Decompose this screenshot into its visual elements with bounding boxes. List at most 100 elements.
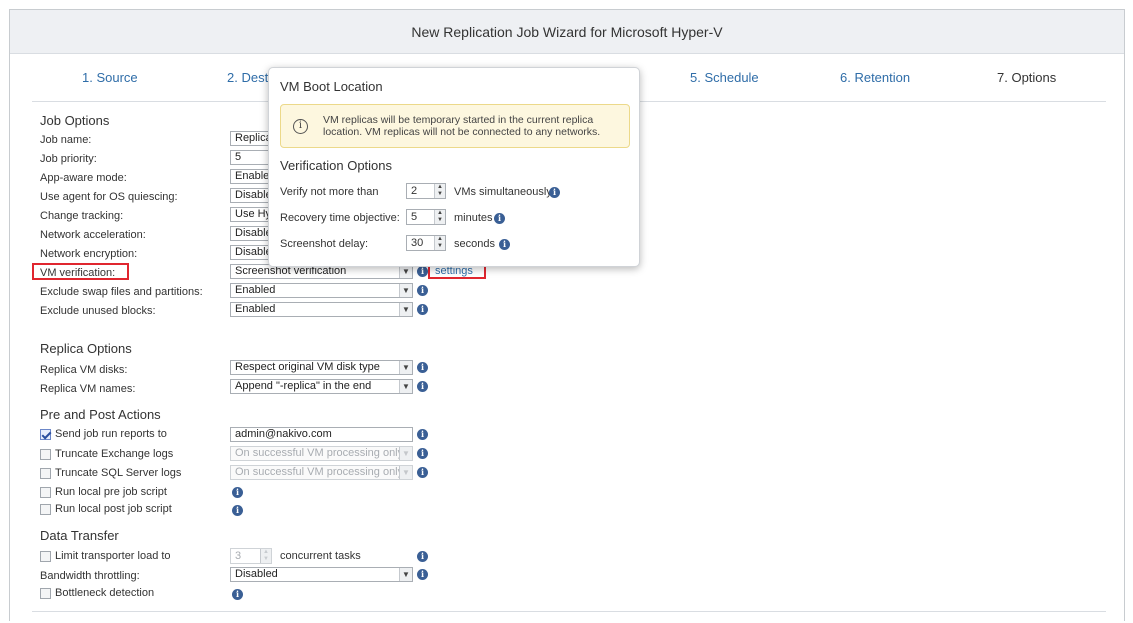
info-icon[interactable]: i bbox=[417, 266, 428, 277]
info-icon[interactable]: i bbox=[417, 285, 428, 296]
limit-load-checkbox[interactable] bbox=[40, 550, 51, 562]
step-options[interactable]: 7. Options bbox=[997, 54, 1056, 102]
wizard-title: New Replication Job Wizard for Microsoft… bbox=[10, 10, 1124, 54]
exclude-swap-label: Exclude swap files and partitions: bbox=[40, 286, 203, 298]
report-email-input[interactable]: admin@nakivo.com bbox=[230, 427, 413, 442]
post-script-checkbox[interactable] bbox=[40, 503, 51, 515]
exclude-unused-select[interactable]: Enabled ▼ bbox=[230, 302, 413, 317]
send-reports-row[interactable]: Send job run reports to bbox=[40, 428, 167, 440]
step-schedule[interactable]: 5. Schedule bbox=[690, 54, 759, 102]
info-icon[interactable]: i bbox=[417, 362, 428, 373]
vm-verification-highlight bbox=[32, 263, 129, 280]
network-encryption-label: Network encryption: bbox=[40, 248, 138, 260]
truncate-exchange-checkbox[interactable] bbox=[40, 448, 51, 460]
network-acceleration-value: Disabled bbox=[235, 227, 269, 239]
app-aware-label: App-aware mode: bbox=[40, 172, 127, 184]
info-icon[interactable]: i bbox=[417, 448, 428, 459]
vm-boot-location-popup: VM Boot Location i VM replicas will be t… bbox=[268, 67, 640, 267]
app-aware-value: Enabled bbox=[235, 170, 270, 182]
post-script-label: Run local post job script bbox=[55, 503, 172, 515]
limit-load-spinner[interactable]: 3 ▲ ▼ bbox=[230, 548, 272, 564]
truncate-exchange-row[interactable]: Truncate Exchange logs bbox=[40, 448, 173, 460]
job-name-input[interactable]: Replica bbox=[230, 131, 272, 146]
spinner-arrows-icon[interactable]: ▲ ▼ bbox=[260, 549, 271, 563]
info-icon[interactable]: i bbox=[499, 239, 510, 250]
replica-names-select[interactable]: Append "-replica" in the end ▼ bbox=[230, 379, 413, 394]
pre-script-checkbox[interactable] bbox=[40, 486, 51, 498]
job-priority-input[interactable]: 5 bbox=[230, 150, 270, 165]
network-encryption-select[interactable]: Disabled bbox=[230, 245, 270, 260]
info-icon[interactable]: i bbox=[494, 213, 505, 224]
spinner-arrows-icon[interactable]: ▲ ▼ bbox=[434, 210, 445, 224]
app-aware-select[interactable]: Enabled bbox=[230, 169, 270, 184]
info-icon[interactable]: i bbox=[417, 467, 428, 478]
info-icon[interactable]: i bbox=[232, 589, 243, 600]
replica-names-label: Replica VM names: bbox=[40, 383, 136, 395]
delay-spinner[interactable]: 30 ▲ ▼ bbox=[406, 235, 446, 251]
bottleneck-checkbox[interactable] bbox=[40, 587, 51, 599]
info-icon[interactable]: i bbox=[417, 551, 428, 562]
pre-script-row[interactable]: Run local pre job script bbox=[40, 486, 167, 498]
truncate-sql-select[interactable]: On successful VM processing only ▼ bbox=[230, 465, 413, 480]
job-priority-label: Job priority: bbox=[40, 153, 97, 165]
change-tracking-value: Use Hyper-V RCT bbox=[235, 208, 269, 220]
limit-load-unit: concurrent tasks bbox=[280, 550, 361, 562]
rto-unit: minutes bbox=[454, 212, 493, 224]
limit-load-value: 3 bbox=[235, 550, 242, 562]
network-acceleration-select[interactable]: Disabled bbox=[230, 226, 270, 241]
replica-disks-label: Replica VM disks: bbox=[40, 364, 128, 376]
truncate-sql-checkbox[interactable] bbox=[40, 467, 51, 479]
job-name-label: Job name: bbox=[40, 134, 92, 146]
truncate-sql-label: Truncate SQL Server logs bbox=[55, 467, 182, 479]
info-icon[interactable]: i bbox=[417, 569, 428, 580]
info-icon[interactable]: i bbox=[417, 304, 428, 315]
os-quiescing-label: Use agent for OS quiescing: bbox=[40, 191, 178, 203]
delay-unit: seconds bbox=[454, 238, 495, 250]
os-quiescing-value: Disabled bbox=[235, 189, 269, 201]
info-icon[interactable]: i bbox=[549, 187, 560, 198]
change-tracking-select[interactable]: Use Hyper-V RCT bbox=[230, 207, 270, 222]
truncate-exchange-label: Truncate Exchange logs bbox=[55, 448, 174, 460]
verification-options-title: Verification Options bbox=[280, 158, 393, 173]
info-icon[interactable]: i bbox=[417, 381, 428, 392]
info-icon[interactable]: i bbox=[417, 429, 428, 440]
bottleneck-row[interactable]: Bottleneck detection bbox=[40, 587, 154, 599]
bandwidth-select[interactable]: Disabled ▼ bbox=[230, 567, 413, 582]
info-circle-icon: i bbox=[293, 119, 308, 134]
os-quiescing-select[interactable]: Disabled bbox=[230, 188, 270, 203]
replica-options-title: Replica Options bbox=[40, 341, 132, 356]
exclude-swap-select[interactable]: Enabled ▼ bbox=[230, 283, 413, 298]
pre-post-title: Pre and Post Actions bbox=[40, 407, 161, 422]
post-script-row[interactable]: Run local post job script bbox=[40, 503, 172, 515]
truncate-exchange-value: On successful VM processing only bbox=[235, 447, 404, 459]
bottom-divider bbox=[32, 611, 1106, 612]
info-icon[interactable]: i bbox=[232, 505, 243, 516]
rto-spinner[interactable]: 5 ▲ ▼ bbox=[406, 209, 446, 225]
step-retention[interactable]: 6. Retention bbox=[840, 54, 910, 102]
chevron-down-icon: ▼ bbox=[399, 447, 412, 460]
limit-load-row[interactable]: Limit transporter load to bbox=[40, 550, 171, 562]
bandwidth-label: Bandwidth throttling: bbox=[40, 570, 140, 582]
info-icon[interactable]: i bbox=[232, 487, 243, 498]
send-reports-checkbox[interactable] bbox=[40, 428, 51, 440]
replica-names-value: Append "-replica" in the end bbox=[235, 380, 372, 392]
truncate-exchange-select[interactable]: On successful VM processing only ▼ bbox=[230, 446, 413, 461]
popup-title: VM Boot Location bbox=[280, 79, 383, 94]
notice-text: VM replicas will be temporary started in… bbox=[323, 114, 601, 138]
limit-load-label: Limit transporter load to bbox=[55, 550, 171, 562]
spinner-arrows-icon[interactable]: ▲ ▼ bbox=[434, 184, 445, 198]
network-encryption-value: Disabled bbox=[235, 246, 269, 258]
exclude-unused-label: Exclude unused blocks: bbox=[40, 305, 156, 317]
spinner-arrows-icon[interactable]: ▲ ▼ bbox=[434, 236, 445, 250]
verify-unit: VMs simultaneously bbox=[454, 186, 552, 198]
truncate-sql-value: On successful VM processing only bbox=[235, 466, 404, 478]
step-source[interactable]: 1. Source bbox=[82, 54, 138, 102]
send-reports-label: Send job run reports to bbox=[55, 428, 167, 440]
truncate-sql-row[interactable]: Truncate SQL Server logs bbox=[40, 467, 181, 479]
bottleneck-label: Bottleneck detection bbox=[55, 587, 155, 599]
delay-value: 30 bbox=[411, 237, 424, 249]
verify-spinner[interactable]: 2 ▲ ▼ bbox=[406, 183, 446, 199]
chevron-down-icon: ▼ bbox=[399, 568, 412, 581]
replica-disks-select[interactable]: Respect original VM disk type ▼ bbox=[230, 360, 413, 375]
chevron-down-icon: ▼ bbox=[399, 361, 412, 374]
